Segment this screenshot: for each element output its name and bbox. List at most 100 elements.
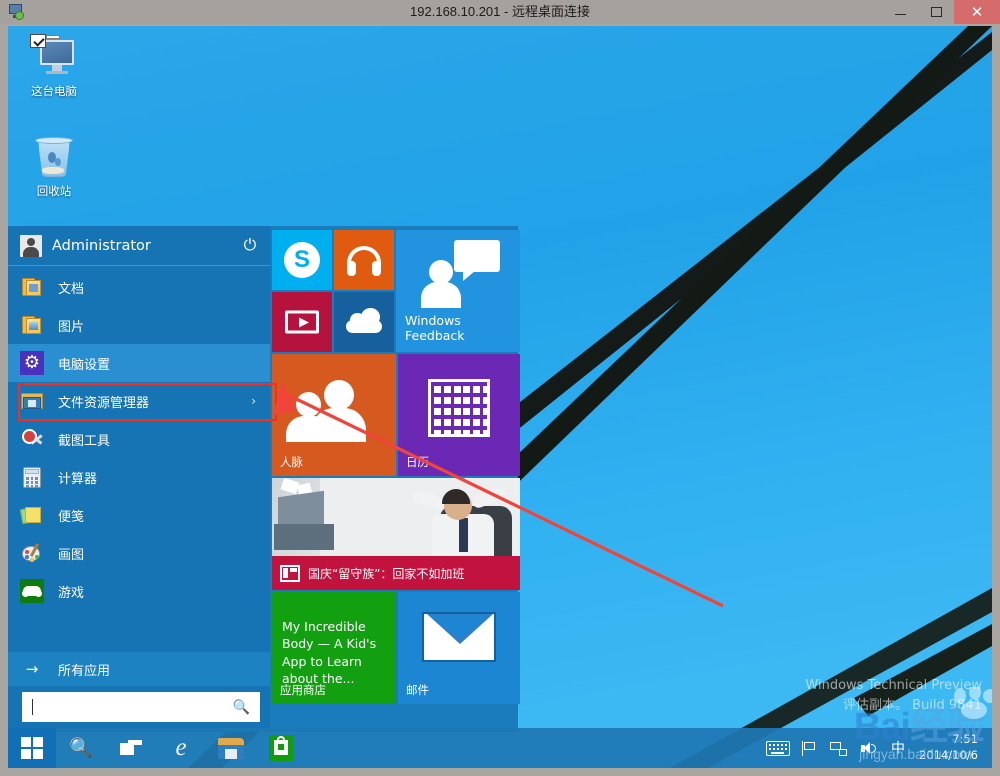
sidebar-item-label: 文档 <box>58 281 85 297</box>
search-input[interactable] <box>33 694 260 720</box>
chevron-right-icon[interactable]: › <box>251 394 256 408</box>
start-menu-user-row[interactable]: Administrator ⏻ <box>8 226 270 266</box>
power-icon[interactable]: ⏻ <box>240 237 260 255</box>
store-bag-icon <box>269 735 293 761</box>
tile-news[interactable]: 国庆“留守族”：回家不如加班 <box>272 478 520 590</box>
taskbar-clock[interactable]: 7:51 2014/10/6 <box>913 732 986 763</box>
calculator-icon <box>20 465 44 489</box>
user-avatar-icon <box>20 234 42 257</box>
taskbar-task-view-button[interactable] <box>106 728 156 768</box>
tile-skype[interactable] <box>272 230 332 290</box>
arrow-right-icon: → <box>25 660 39 678</box>
start-button[interactable] <box>8 728 56 768</box>
desktop-icon-recycle-bin[interactable]: 回收站 <box>16 132 92 199</box>
network-button[interactable] <box>823 728 853 768</box>
search-icon: 🔍 <box>69 738 93 759</box>
task-view-icon <box>120 740 142 756</box>
taskbar: 🔍 e 中 7:51 2014/10/6 <box>8 728 992 768</box>
sidebar-item-file-explorer[interactable]: 文件资源管理器 › <box>8 382 270 420</box>
search-icon[interactable]: 🔍 <box>233 699 250 716</box>
sidebar-item-label: 便笺 <box>58 509 85 525</box>
taskbar-file-explorer-button[interactable] <box>206 728 256 768</box>
sidebar-item-pictures[interactable]: 图片 <box>8 306 270 344</box>
tile-music[interactable] <box>334 230 394 290</box>
taskbar-search-button[interactable]: 🔍 <box>56 728 106 768</box>
flag-icon <box>801 740 816 756</box>
keyboard-icon <box>766 740 791 756</box>
cloud-icon <box>346 308 382 334</box>
clock-date: 2014/10/6 <box>919 748 978 762</box>
touch-keyboard-button[interactable] <box>763 728 793 768</box>
folder-pictures-icon <box>20 313 44 337</box>
network-icon <box>829 741 847 756</box>
tile-windows-feedback[interactable]: Windows Feedback <box>396 230 520 352</box>
remote-desktop-icon <box>6 2 28 22</box>
sidebar-item-games[interactable]: 游戏 <box>8 572 270 610</box>
settings-gear-icon: ⚙ <box>20 351 44 375</box>
remote-desktop-window: 192.168.10.201 - 远程桌面连接 ✕ 这台电脑 回收站 Admin… <box>0 0 1000 776</box>
sidebar-item-label: 计算器 <box>58 471 98 487</box>
tile-onedrive[interactable] <box>334 292 394 352</box>
tile-people[interactable]: 人脉 <box>272 354 396 476</box>
tile-label: 日历 <box>406 455 429 469</box>
skype-icon <box>284 242 320 278</box>
internet-explorer-icon: e <box>175 734 187 761</box>
folder-documents-icon <box>20 275 44 299</box>
window-title: 192.168.10.201 - 远程桌面连接 <box>410 4 590 19</box>
ime-icon: 中 <box>891 741 906 757</box>
minimize-button[interactable] <box>882 0 918 24</box>
tile-video[interactable] <box>272 292 332 352</box>
sidebar-item-label: 图片 <box>58 319 85 335</box>
desktop-icon-this-pc[interactable]: 这台电脑 <box>16 32 92 99</box>
desktop-icon-label: 回收站 <box>36 184 72 198</box>
file-explorer-icon <box>20 389 44 413</box>
all-apps-label: 所有应用 <box>58 663 111 679</box>
maximize-button[interactable] <box>918 0 954 24</box>
sidebar-item-snipping-tool[interactable]: 截图工具 <box>8 420 270 458</box>
snipping-tool-icon <box>20 427 44 451</box>
calendar-grid-icon <box>428 378 490 437</box>
action-center-button[interactable] <box>793 728 823 768</box>
volume-icon <box>860 741 877 756</box>
file-explorer-icon <box>218 737 244 759</box>
tile-label-line2: Feedback <box>405 328 465 344</box>
remote-desktop-surface: 这台电脑 回收站 Administrator ⏻ 文档 图片 ⚙ 电脑设置 文件… <box>8 26 992 768</box>
sticky-notes-icon <box>19 503 44 527</box>
envelope-icon <box>422 611 496 662</box>
window-titlebar[interactable]: 192.168.10.201 - 远程桌面连接 ✕ <box>0 0 1000 24</box>
clock-time: 7:51 <box>952 732 978 747</box>
tile-mail[interactable]: 邮件 <box>398 592 520 704</box>
sidebar-item-label: 画图 <box>58 547 85 563</box>
tile-store[interactable]: My Incredible Body — A Kid's App to Lear… <box>272 592 396 704</box>
store-headline: My Incredible Body — A Kid's App to Lear… <box>282 619 377 686</box>
games-icon <box>20 579 44 603</box>
tile-label: 邮件 <box>406 683 429 697</box>
sidebar-item-pc-settings[interactable]: ⚙ 电脑设置 <box>8 344 270 382</box>
ime-button[interactable]: 中 <box>883 728 913 768</box>
sidebar-item-label: 游戏 <box>58 585 85 601</box>
sidebar-item-label: 文件资源管理器 <box>58 395 150 411</box>
start-menu-tiles-panel: Windows Feedback 人脉 <box>270 226 520 732</box>
search-box[interactable]: 🔍 <box>22 692 260 722</box>
sidebar-item-sticky-notes[interactable]: 便笺 <box>8 496 270 534</box>
volume-button[interactable] <box>853 728 883 768</box>
taskbar-store-button[interactable] <box>256 728 306 768</box>
taskbar-internet-explorer-button[interactable]: e <box>156 728 206 768</box>
people-icon <box>286 380 382 444</box>
sidebar-item-documents[interactable]: 文档 <box>8 268 270 306</box>
start-menu: Administrator ⏻ 文档 图片 ⚙ 电脑设置 文件资源管理器 › 截… <box>8 226 520 732</box>
tile-calendar[interactable]: 日历 <box>398 354 520 476</box>
start-menu-left-panel: Administrator ⏻ 文档 图片 ⚙ 电脑设置 文件资源管理器 › 截… <box>8 226 270 732</box>
tile-label: 应用商店 <box>280 683 326 697</box>
sidebar-item-paint[interactable]: 画图 <box>8 534 270 572</box>
system-tray: 中 7:51 2014/10/6 <box>763 728 992 768</box>
close-button[interactable]: ✕ <box>954 0 1000 24</box>
start-menu-items: 文档 图片 ⚙ 电脑设置 文件资源管理器 › 截图工具 计算器 便笺 画图 游戏 <box>8 266 270 652</box>
sidebar-item-calculator[interactable]: 计算器 <box>8 458 270 496</box>
news-photo <box>272 478 520 556</box>
sidebar-item-label: 截图工具 <box>58 433 111 449</box>
window-controls: ✕ <box>882 0 1000 24</box>
all-apps-button[interactable]: → 所有应用 <box>8 652 270 686</box>
windows-logo-icon <box>21 737 43 759</box>
headphones-icon <box>347 246 381 277</box>
